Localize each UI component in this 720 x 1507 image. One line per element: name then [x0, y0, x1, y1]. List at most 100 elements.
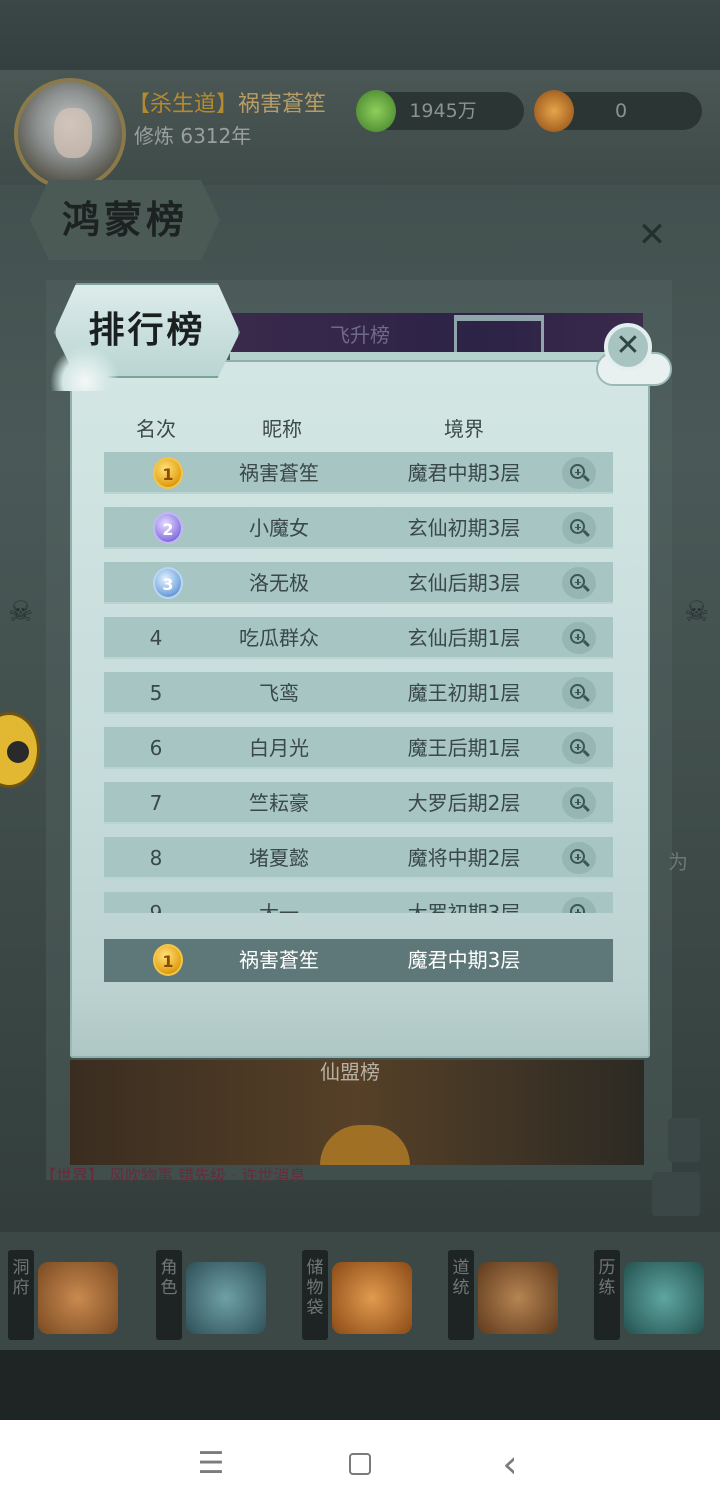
rail-decoration [230, 352, 650, 360]
dock-label: 道统 [448, 1250, 474, 1340]
header-realm: 境界 [444, 417, 484, 441]
zoom-in-icon[interactable] [562, 787, 596, 819]
zoom-in-icon[interactable] [562, 732, 596, 764]
dock-bag[interactable]: 储物袋 [302, 1242, 422, 1342]
nickname-cell: 洛无极 [249, 571, 309, 595]
realm-cell: 大罗初期3层 [407, 901, 521, 913]
currency-gold[interactable]: 0 [534, 90, 702, 132]
rank-cell: 5 [149, 681, 163, 705]
bottom-bar [0, 1350, 720, 1420]
skull-icon: ☠ [8, 595, 34, 628]
table-row[interactable]: 7 竺耘豪 大罗后期2层 [104, 782, 613, 824]
chat-icon[interactable] [668, 1118, 700, 1162]
dock-training[interactable]: 历练 [594, 1242, 714, 1342]
avatar-face [54, 108, 92, 158]
zoom-in-icon[interactable] [562, 897, 596, 913]
skull-icon: ☠ [684, 595, 710, 628]
my-realm: 魔君中期3层 [407, 948, 521, 972]
table-row[interactable]: 5 飞鸾 魔王初期1层 [104, 672, 613, 714]
xianmeng-label: 仙盟榜 [320, 1060, 380, 1084]
taiji-icon [478, 1262, 558, 1334]
close-icon[interactable]: ✕ [604, 323, 652, 371]
nickname-cell: 飞鸾 [259, 681, 299, 705]
gold-medal-icon: 1 [153, 944, 183, 976]
player-name-text: 祸害蒼笙 [238, 92, 327, 117]
my-rank-row: 1 祸害蒼笙 魔君中期3层 [104, 939, 613, 982]
rank-cell: 7 [149, 791, 163, 815]
gold-medal-icon: 1 [153, 457, 183, 489]
my-nickname: 祸害蒼笙 [239, 948, 319, 972]
player-avatar[interactable] [14, 78, 126, 190]
table-row[interactable]: 4 吃瓜群众 玄仙后期1层 [104, 617, 613, 659]
cave-icon [38, 1262, 118, 1334]
nickname-cell: 竺耘豪 [249, 791, 309, 815]
dock-label: 储物袋 [302, 1250, 328, 1340]
hongmeng-title: 鸿蒙榜 [30, 180, 220, 260]
currency-jade-value: 1945万 [409, 100, 477, 122]
nickname-cell: 小魔女 [249, 516, 309, 540]
mist-decoration [70, 990, 650, 1056]
bronze-medal-icon: 3 [153, 567, 183, 599]
dock-label: 洞府 [8, 1250, 34, 1340]
nickname-cell: 祸害蒼笙 [239, 461, 319, 485]
rank-cell: 6 [149, 736, 163, 760]
zoom-in-icon[interactable] [562, 567, 596, 599]
player-title: 【杀生道】 [128, 92, 239, 117]
realm-cell: 玄仙初期3层 [407, 516, 521, 540]
realm-cell: 魔王后期1层 [407, 736, 521, 760]
my-rank-cell: 1 [116, 939, 196, 982]
rank-cell: 1 [116, 452, 196, 494]
menu-icon[interactable]: ☰ [191, 1444, 231, 1484]
zoom-in-icon[interactable] [562, 622, 596, 654]
ranking-list[interactable]: 1 祸害蒼笙 魔君中期3层 2 小魔女 玄仙初期3层 3 洛无极 玄仙后期3层 … [104, 452, 614, 913]
world-chat-line: 【世界】 风吹物事 错先级 · 许世消息 [40, 1166, 306, 1182]
realm-cell: 魔君中期3层 [407, 461, 521, 485]
scroll-icon [624, 1262, 704, 1334]
rank-cell: 3 [116, 562, 196, 604]
status-bar [0, 0, 720, 70]
zoom-in-icon[interactable] [562, 457, 596, 489]
realm-cell: 玄仙后期1层 [407, 626, 521, 650]
robe-icon [186, 1262, 266, 1334]
header-name: 昵称 [262, 417, 302, 441]
back-icon[interactable]: ‹ [490, 1444, 530, 1484]
dock-character[interactable]: 角色 [156, 1242, 276, 1342]
currency-jade[interactable]: 1945万 [356, 90, 524, 132]
table-row[interactable]: 8 堵夏懿 魔将中期2层 [104, 837, 613, 879]
dock-daotong[interactable]: 道统 [448, 1242, 568, 1342]
cultivation-years: 修炼 6312年 [134, 124, 252, 148]
bag-icon [332, 1262, 412, 1334]
dock-label: 角色 [156, 1250, 182, 1340]
realm-cell: 大罗后期2层 [407, 791, 521, 815]
player-name: 【杀生道】祸害蒼笙 [128, 86, 326, 118]
table-row[interactable]: 2 小魔女 玄仙初期3层 [104, 507, 613, 549]
realm-cell: 玄仙后期3层 [407, 571, 521, 595]
rank-cell: 2 [116, 507, 196, 549]
table-row[interactable]: 3 洛无极 玄仙后期3层 [104, 562, 613, 604]
nickname-cell: 白月光 [249, 736, 309, 760]
currency-gold-value: 0 [614, 100, 628, 122]
header-rank: 名次 [136, 417, 176, 441]
rank-cell: 4 [149, 626, 163, 650]
nickname-cell: 大一 [259, 901, 299, 913]
zoom-in-icon[interactable] [562, 512, 596, 544]
silver-medal-icon: 2 [153, 512, 183, 544]
brush-icon[interactable] [652, 1172, 700, 1216]
table-row[interactable]: 1 祸害蒼笙 魔君中期3层 [104, 452, 613, 494]
table-row[interactable]: 6 白月光 魔王后期1层 [104, 727, 613, 769]
table-row[interactable]: 9 大一 大罗初期3层 [104, 892, 613, 913]
tab-feisheng-label: 飞升榜 [330, 323, 390, 347]
home-icon[interactable] [349, 1453, 371, 1475]
realm-cell: 魔王初期1层 [407, 681, 521, 705]
rank-cell: 8 [149, 846, 163, 870]
side-text: 为 [668, 850, 688, 874]
background-close-icon[interactable]: ✕ [632, 215, 672, 255]
zoom-in-icon[interactable] [562, 677, 596, 709]
dock-cave[interactable]: 洞府 [8, 1242, 128, 1342]
lotus-icon [50, 345, 120, 391]
rank-cell: 9 [149, 901, 163, 913]
pavilion-decoration [454, 315, 544, 357]
zoom-in-icon[interactable] [562, 842, 596, 874]
nickname-cell: 堵夏懿 [249, 846, 309, 870]
realm-cell: 魔将中期2层 [407, 846, 521, 870]
